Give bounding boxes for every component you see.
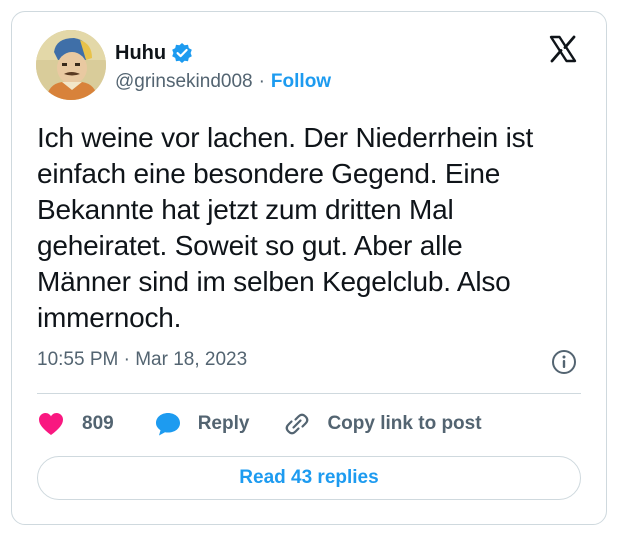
author-handle[interactable]: @grinsekind008 — [115, 71, 253, 93]
separator-dot: · — [258, 71, 265, 92]
info-icon[interactable] — [551, 349, 577, 375]
avatar-image — [36, 30, 106, 100]
divider — [37, 393, 581, 394]
author-handle-row: @grinsekind008 · Follow — [115, 71, 331, 93]
author-display-name[interactable]: Huhu — [115, 42, 166, 65]
author-name-row: Huhu — [115, 40, 193, 66]
read-replies-button[interactable]: Read 43 replies — [37, 456, 581, 500]
reply-button[interactable]: Reply — [154, 411, 250, 437]
copy-link-label: Copy link to post — [327, 413, 482, 434]
reply-label: Reply — [197, 413, 250, 434]
copy-link-button[interactable]: Copy link to post — [283, 410, 482, 438]
action-bar: 809 Reply Copy link to post — [37, 408, 482, 440]
avatar[interactable] — [36, 30, 106, 100]
tweet-text: Ich weine vor lachen. Der Niederrhein is… — [37, 122, 534, 333]
x-logo-icon[interactable] — [548, 34, 578, 64]
tweet-timestamp[interactable]: 10:55 PM · Mar 18, 2023 — [37, 349, 247, 371]
like-button[interactable]: 809 — [37, 411, 114, 437]
link-icon — [283, 410, 311, 438]
verified-badge-icon — [171, 42, 193, 64]
speech-bubble-icon — [154, 411, 182, 437]
like-count: 809 — [82, 413, 114, 434]
heart-icon — [37, 411, 65, 437]
follow-button[interactable]: Follow — [271, 71, 331, 93]
tweet-card: Huhu @grinsekind008 · Follow Ich weine v… — [11, 11, 607, 525]
